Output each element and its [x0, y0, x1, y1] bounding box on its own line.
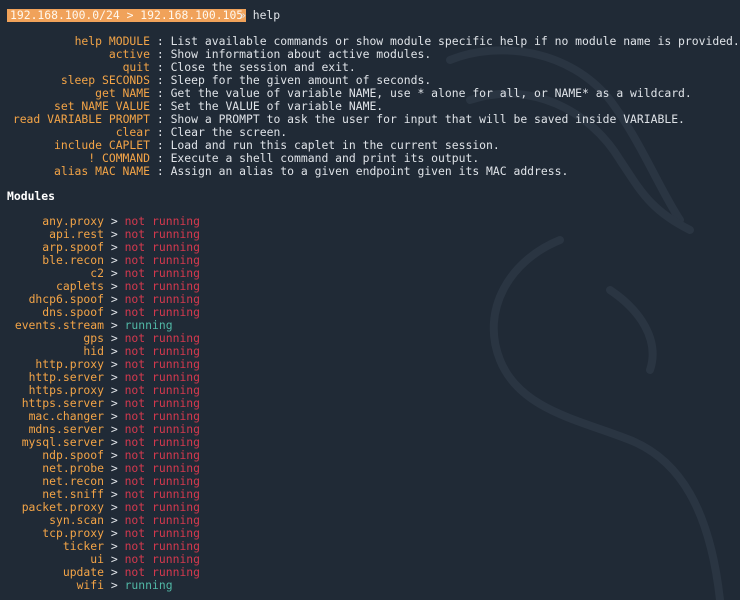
- module-status: not running: [124, 344, 201, 358]
- module-status: running: [124, 318, 173, 332]
- module-arrow: >: [104, 214, 125, 228]
- module-arrow: >: [104, 448, 125, 462]
- help-description: Sleep for the given amount of seconds.: [170, 73, 432, 87]
- module-status: not running: [124, 565, 201, 579]
- help-separator: :: [150, 86, 171, 100]
- module-arrow: >: [104, 435, 125, 449]
- help-command: alias MAC NAME: [53, 164, 150, 178]
- module-name: ble.recon: [42, 253, 104, 267]
- module-arrow: >: [104, 240, 125, 254]
- module-arrow: >: [104, 253, 125, 267]
- module-arrow: >: [104, 578, 125, 592]
- module-arrow: >: [104, 331, 125, 345]
- module-arrow: >: [104, 552, 125, 566]
- module-name: ticker: [62, 539, 104, 553]
- help-description: Assign an alias to a given endpoint give…: [170, 164, 569, 178]
- help-separator: :: [150, 99, 171, 113]
- module-arrow: >: [104, 383, 125, 397]
- module-status: not running: [124, 552, 201, 566]
- module-status: not running: [124, 266, 201, 280]
- module-arrow: >: [104, 409, 125, 423]
- module-status: running: [124, 578, 173, 592]
- help-separator: :: [150, 112, 171, 126]
- module-arrow: >: [104, 461, 125, 475]
- help-description: Clear the screen.: [170, 125, 288, 139]
- help-separator: :: [150, 138, 171, 152]
- module-arrow: >: [104, 344, 125, 358]
- module-status: not running: [124, 448, 201, 462]
- module-status: not running: [124, 539, 201, 553]
- module-status: not running: [124, 214, 201, 228]
- module-arrow: >: [104, 279, 125, 293]
- prompt-symbol: »: [239, 8, 246, 22]
- module-arrow: >: [104, 305, 125, 319]
- module-status: not running: [124, 227, 201, 241]
- module-status: not running: [124, 435, 201, 449]
- module-status: not running: [124, 461, 201, 475]
- help-separator: :: [150, 34, 171, 48]
- module-status: not running: [124, 422, 201, 436]
- module-arrow: >: [104, 526, 125, 540]
- module-status: not running: [124, 383, 201, 397]
- help-separator: :: [150, 60, 171, 74]
- module-arrow: >: [104, 474, 125, 488]
- module-arrow: >: [104, 318, 125, 332]
- module-row: wifi > running: [0, 579, 173, 592]
- module-arrow: >: [104, 513, 125, 527]
- help-description: Close the session and exit.: [170, 60, 356, 74]
- help-separator: :: [150, 73, 171, 87]
- help-separator: :: [150, 164, 171, 178]
- help-description: Set the VALUE of variable NAME.: [170, 99, 384, 113]
- help-row: alias MAC NAME : Assign an alias to a gi…: [0, 165, 568, 178]
- module-name: wifi: [76, 578, 104, 592]
- help-description: Get the value of variable NAME, use * al…: [170, 86, 692, 100]
- help-separator: :: [150, 125, 171, 139]
- module-status: not running: [124, 279, 201, 293]
- prompt-command: help: [252, 8, 281, 22]
- module-arrow: >: [104, 565, 125, 579]
- module-status: not running: [124, 500, 201, 514]
- module-arrow: >: [104, 422, 125, 436]
- module-status: not running: [124, 513, 201, 527]
- module-arrow: >: [104, 539, 125, 553]
- module-arrow: >: [104, 227, 125, 241]
- module-status: not running: [124, 305, 201, 319]
- module-arrow: >: [104, 370, 125, 384]
- help-description: Show information about active modules.: [170, 47, 432, 61]
- module-status: not running: [124, 292, 201, 306]
- terminal-window[interactable]: 192.168.100.0/24 > 192.168.100.105 » hel…: [0, 0, 740, 600]
- module-arrow: >: [104, 500, 125, 514]
- module-arrow: >: [104, 266, 125, 280]
- help-description: Load and run this caplet in the current …: [170, 138, 500, 152]
- help-row: read VARIABLE PROMPT : Show a PROMPT to …: [0, 113, 685, 126]
- module-status: not running: [124, 331, 201, 345]
- help-description: Show a PROMPT to ask the user for input …: [170, 112, 685, 126]
- module-arrow: >: [104, 487, 125, 501]
- module-status: not running: [124, 526, 201, 540]
- module-status: not running: [124, 370, 201, 384]
- prompt-context: 192.168.100.0/24 > 192.168.100.105: [7, 9, 247, 22]
- help-description: List available commands or show module s…: [170, 34, 740, 48]
- module-status: not running: [124, 240, 201, 254]
- prompt-line[interactable]: » help: [239, 9, 280, 22]
- module-arrow: >: [104, 396, 125, 410]
- module-status: not running: [124, 396, 201, 410]
- help-separator: :: [150, 47, 171, 61]
- help-description: Execute a shell command and print its ou…: [170, 151, 480, 165]
- module-status: not running: [124, 474, 201, 488]
- module-arrow: >: [104, 357, 125, 371]
- modules-heading: Modules: [7, 189, 56, 203]
- help-separator: :: [150, 151, 171, 165]
- module-status: not running: [124, 409, 201, 423]
- module-status: not running: [124, 357, 201, 371]
- module-status: not running: [124, 487, 201, 501]
- module-status: not running: [124, 253, 201, 267]
- module-arrow: >: [104, 292, 125, 306]
